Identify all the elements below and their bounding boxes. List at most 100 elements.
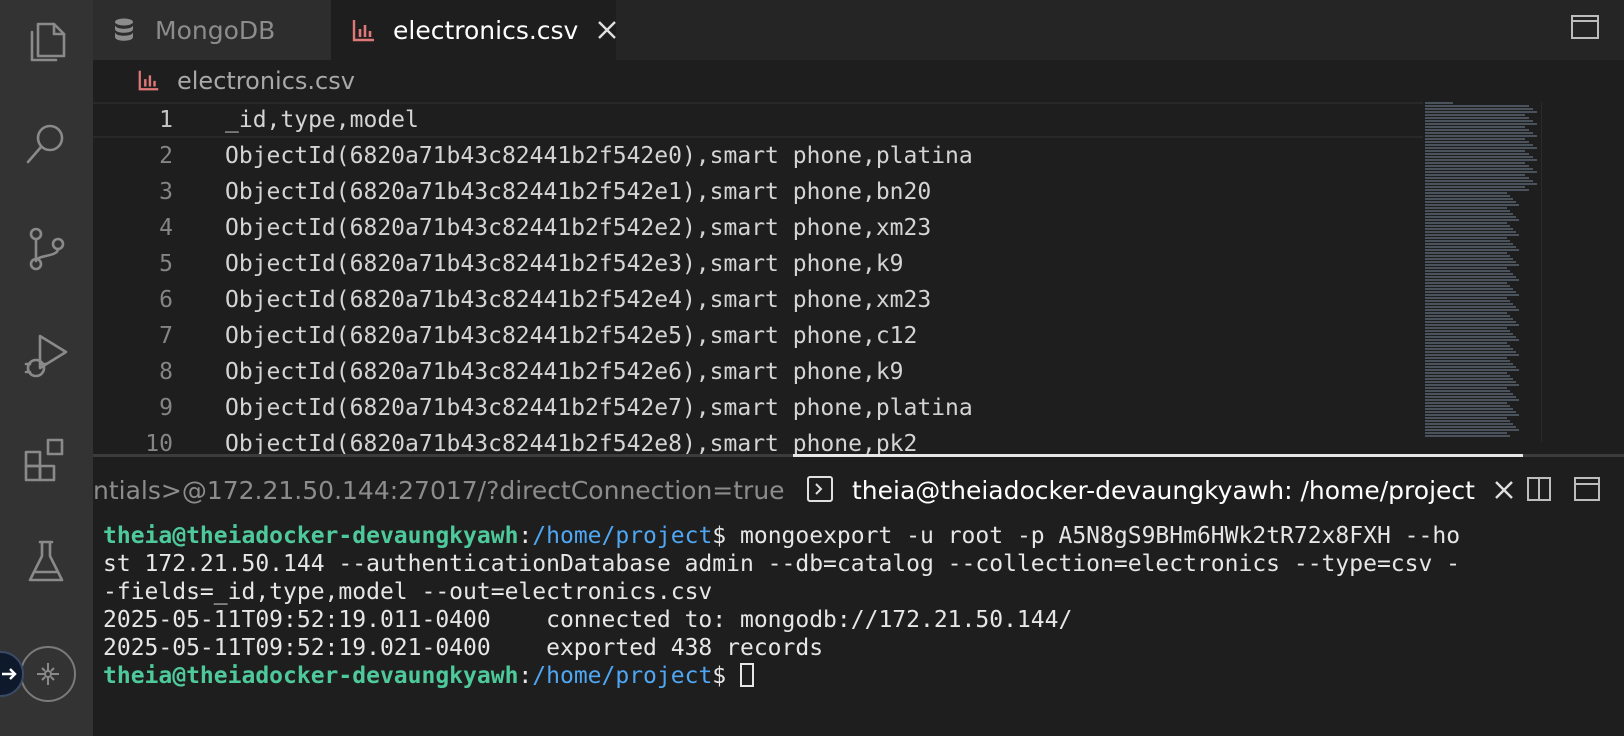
csv-file-icon: [137, 68, 163, 94]
prompt-user: theia@theiadocker-devaungkyawh: [103, 663, 519, 689]
line-text: ObjectId(6820a71b43c82441b2f542e3),smart…: [225, 251, 904, 277]
prompt-path: /home/project: [532, 663, 713, 689]
minimap-line: [1425, 291, 1516, 293]
minimap-line: [1425, 156, 1533, 158]
skills-network-icon[interactable]: [20, 646, 76, 702]
minimap-line: [1425, 318, 1513, 320]
prompt-dollar: $: [712, 663, 740, 689]
line-text: ObjectId(6820a71b43c82441b2f542e1),smart…: [225, 179, 932, 205]
minimap-line: [1425, 144, 1533, 146]
minimap-line: [1425, 189, 1529, 191]
prompt-colon: :: [518, 663, 533, 689]
minimap-line: [1425, 423, 1513, 425]
minimap-line: [1425, 342, 1507, 344]
minimap-line: [1425, 240, 1510, 242]
search-icon[interactable]: [14, 112, 78, 176]
minimap-line: [1425, 399, 1519, 401]
minimap-line: [1425, 336, 1516, 338]
expand-sidebar-button[interactable]: [0, 651, 24, 697]
minimap-line: [1425, 201, 1516, 203]
minimap-line: [1425, 279, 1519, 281]
activity-bar: [0, 0, 93, 736]
line-number: 2: [159, 143, 173, 169]
minimap-line: [1425, 354, 1519, 356]
terminal-line: st 172.21.50.144 --authenticationDatabas…: [103, 551, 1461, 577]
minimap-line: [1425, 228, 1513, 230]
tab-label: MongoDB: [155, 15, 276, 45]
line-number: 7: [159, 323, 173, 349]
minimap-line: [1425, 387, 1507, 389]
explorer-icon[interactable]: [14, 10, 78, 74]
minimap-line: [1425, 372, 1507, 374]
minimap-line: [1425, 426, 1516, 428]
minimap-line: [1425, 333, 1513, 335]
prompt-dollar: $: [712, 523, 740, 549]
editor-line[interactable]: 4 ObjectId(6820a71b43c82441b2f542e2),sma…: [93, 210, 1423, 246]
minimap[interactable]: [1425, 102, 1537, 454]
minimap-line: [1425, 249, 1519, 251]
close-icon[interactable]: [596, 18, 618, 42]
minimap-line: [1425, 111, 1537, 113]
editor-line[interactable]: 5 ObjectId(6820a71b43c82441b2f542e3),sma…: [93, 246, 1423, 282]
minimap-line: [1425, 171, 1537, 173]
prompt-path: /home/project: [532, 523, 713, 549]
database-icon: [111, 16, 139, 44]
minimap-line: [1425, 294, 1519, 296]
terminal-line: 2025-05-11T09:52:19.011-0400 connected t…: [103, 607, 1073, 633]
minimap-line: [1425, 369, 1519, 371]
source-control-icon[interactable]: [14, 216, 78, 280]
editor-line[interactable]: 1 _id,type,model: [93, 102, 1423, 138]
editor-line[interactable]: 10 ObjectId(6820a71b43c82441b2f542e8),sm…: [93, 426, 1423, 454]
minimap-line: [1425, 288, 1513, 290]
terminal-line: 2025-05-11T09:52:19.021-0400 exported 43…: [103, 635, 824, 661]
split-terminal-icon[interactable]: [1525, 475, 1555, 505]
minimap-line: [1425, 327, 1507, 329]
editor-line[interactable]: 2 ObjectId(6820a71b43c82441b2f542e0),sma…: [93, 138, 1423, 174]
line-text: ObjectId(6820a71b43c82441b2f542e6),smart…: [225, 359, 904, 385]
minimap-line: [1425, 282, 1507, 284]
minimap-line: [1425, 138, 1525, 140]
editor-line[interactable]: 9 ObjectId(6820a71b43c82441b2f542e7),sma…: [93, 390, 1423, 426]
minimap-line: [1425, 375, 1510, 377]
terminal-line: theia@theiadocker-devaungkyawh:/home/pro…: [103, 662, 754, 690]
editor-line[interactable]: 3 ObjectId(6820a71b43c82441b2f542e1),sma…: [93, 174, 1423, 210]
minimap-line: [1425, 285, 1510, 287]
breadcrumb: electronics.csv: [93, 60, 1624, 102]
tab-mongo-shell[interactable]: ntials>@172.21.50.144:27017/?directConne…: [93, 457, 785, 523]
close-icon[interactable]: [1493, 478, 1517, 502]
line-text: ObjectId(6820a71b43c82441b2f542e2),smart…: [225, 215, 932, 241]
editor-tab-bar: MongoDB electronics.csv: [93, 0, 1624, 60]
terminal[interactable]: theia@theiadocker-devaungkyawh:/home/pro…: [93, 523, 1624, 736]
minimap-line: [1425, 174, 1525, 176]
maximize-editor-icon[interactable]: [1570, 14, 1602, 42]
flask-icon[interactable]: [14, 530, 78, 594]
minimap-line: [1425, 180, 1533, 182]
line-number: 9: [159, 395, 173, 421]
minimap-line: [1425, 219, 1519, 221]
minimap-line: [1425, 117, 1529, 119]
editor-scrollbar[interactable]: [1541, 102, 1542, 442]
minimap-line: [1425, 204, 1519, 206]
tab-mongodb[interactable]: MongoDB: [93, 0, 331, 60]
minimap-line: [1425, 378, 1513, 380]
minimap-line: [1425, 243, 1513, 245]
breadcrumb-file[interactable]: electronics.csv: [177, 67, 355, 95]
editor-line[interactable]: 6 ObjectId(6820a71b43c82441b2f542e4),sma…: [93, 282, 1423, 318]
code-editor[interactable]: 1 _id,type,model 2 ObjectId(6820a71b43c8…: [93, 102, 1624, 454]
minimap-line: [1425, 177, 1529, 179]
extensions-icon[interactable]: [14, 428, 78, 492]
minimap-line: [1425, 231, 1516, 233]
run-debug-icon[interactable]: [14, 322, 78, 386]
line-text: ObjectId(6820a71b43c82441b2f542e8),smart…: [225, 431, 918, 454]
tab-terminal[interactable]: theia@theiadocker-devaungkyawh: /home/pr…: [806, 457, 1517, 523]
minimap-line: [1425, 198, 1513, 200]
minimap-line: [1425, 396, 1516, 398]
tab-electronics-csv[interactable]: electronics.csv: [331, 0, 618, 60]
maximize-panel-icon[interactable]: [1573, 475, 1603, 505]
editor-line[interactable]: 7 ObjectId(6820a71b43c82441b2f542e5),sma…: [93, 318, 1423, 354]
csv-file-icon: [351, 16, 377, 44]
minimap-line: [1425, 309, 1519, 311]
minimap-line: [1425, 183, 1537, 185]
editor-line[interactable]: 8 ObjectId(6820a71b43c82441b2f542e6),sma…: [93, 354, 1423, 390]
minimap-line: [1425, 213, 1513, 215]
